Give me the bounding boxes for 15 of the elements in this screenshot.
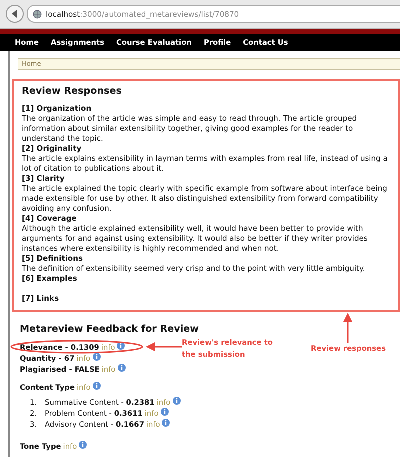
info-icon[interactable] bbox=[162, 419, 170, 427]
annotation-arrow bbox=[146, 342, 182, 352]
info-icon[interactable] bbox=[172, 397, 181, 405]
back-button[interactable] bbox=[6, 5, 24, 23]
section-title: Review Responses bbox=[22, 85, 123, 99]
info-icon[interactable] bbox=[117, 342, 126, 350]
back-arrow-icon bbox=[10, 9, 20, 19]
info-icon[interactable] bbox=[92, 353, 101, 361]
annotation-arrow bbox=[343, 313, 353, 343]
info-icon[interactable] bbox=[118, 364, 126, 372]
info-icon[interactable] bbox=[92, 382, 101, 390]
info-icon[interactable] bbox=[79, 441, 88, 449]
globe-icon bbox=[33, 10, 42, 18]
section-title: Metareview Feedback for Review bbox=[20, 323, 200, 337]
info-icon[interactable] bbox=[160, 408, 169, 416]
